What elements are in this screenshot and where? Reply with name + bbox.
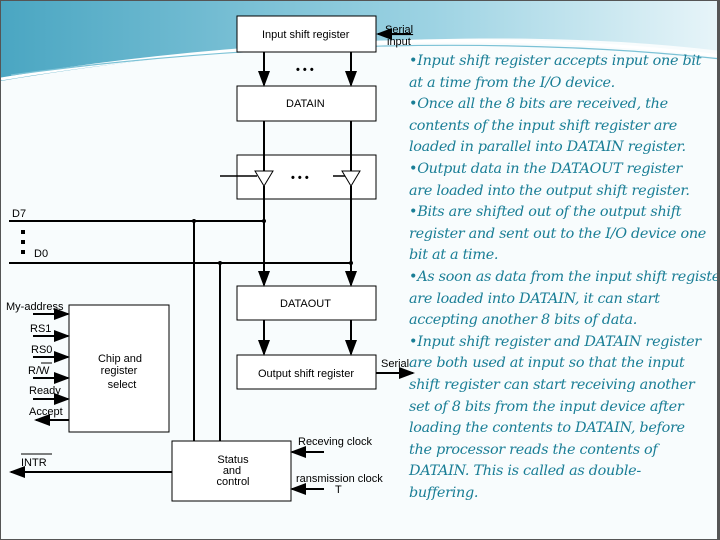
accept-label: Accept [29, 406, 63, 418]
note-line: •Input shift register accepts input one … [409, 53, 702, 69]
ready-label: Ready [29, 385, 61, 397]
note-line: •Bits are shifted out of the output shif… [409, 204, 682, 221]
chip-select-label: Chip and [98, 353, 142, 365]
note-line: •Once all the 8 bits are received, the [409, 96, 668, 113]
rs1-label: RS1 [30, 323, 51, 335]
serial-output-label: Serial [381, 358, 409, 370]
receiving-clock-label: Receving clock [298, 436, 372, 448]
rs0-label: RS0 [31, 344, 52, 356]
note-line: register and sent out to the I/O device … [409, 225, 707, 242]
note-line: at a time from the I/O device. [409, 74, 615, 91]
d7-label: D7 [12, 208, 26, 220]
note-line: are loaded into the output shift registe… [409, 182, 690, 199]
d0-label: D0 [34, 248, 48, 260]
note-line: •As soon as data from the input shift re… [409, 268, 720, 285]
note-line: accepting another 8 bits of data. [409, 312, 638, 329]
dataout-label: DATAOUT [280, 298, 331, 310]
note-line: DATAIN. This is called as double- [409, 463, 641, 480]
chip-select-label: register [101, 365, 138, 377]
note-line: loading the contents to DATAIN, before [409, 420, 685, 437]
transmission-clock-t: T [335, 484, 342, 496]
note-line: buffering. [409, 484, 479, 501]
slide: Input shift register Serial input • • • … [0, 0, 720, 540]
note-line: set of 8 bits from the input device afte… [409, 398, 684, 415]
rw-label: R/W [28, 365, 50, 377]
note-line: are loaded into DATAIN, it can start [409, 290, 660, 307]
note-line: are both used at input so that the input [409, 355, 685, 372]
note-line: shift register can start receiving anoth… [409, 376, 695, 393]
output-shift-register-label: Output shift register [258, 368, 354, 380]
serial-input-label-2: input [387, 36, 411, 48]
ellipsis-dots: • • • [296, 64, 314, 76]
ellipsis-dots: • • • [291, 172, 309, 184]
note-line: •Output data in the DATAOUT register [409, 160, 682, 177]
note-line: bit at a time. [409, 247, 499, 264]
datain-label: DATAIN [286, 98, 325, 110]
my-address-label: My-address [6, 301, 64, 313]
note-line: •Input shift register and DATAIN registe… [409, 333, 701, 350]
note-line: loaded in parallel into DATAIN register. [409, 139, 686, 156]
input-shift-register-label: Input shift register [262, 29, 350, 41]
note-line: contents of the input shift register are [409, 117, 677, 134]
serial-input-label: Serial [385, 24, 413, 36]
note-line: the processor reads the contents of [409, 441, 658, 458]
chip-select-label: select [108, 379, 137, 391]
intr-label: INTR [21, 457, 47, 469]
status-control-label: control [216, 476, 249, 488]
explanation-text: •Input shift register accepts input one … [409, 51, 720, 504]
